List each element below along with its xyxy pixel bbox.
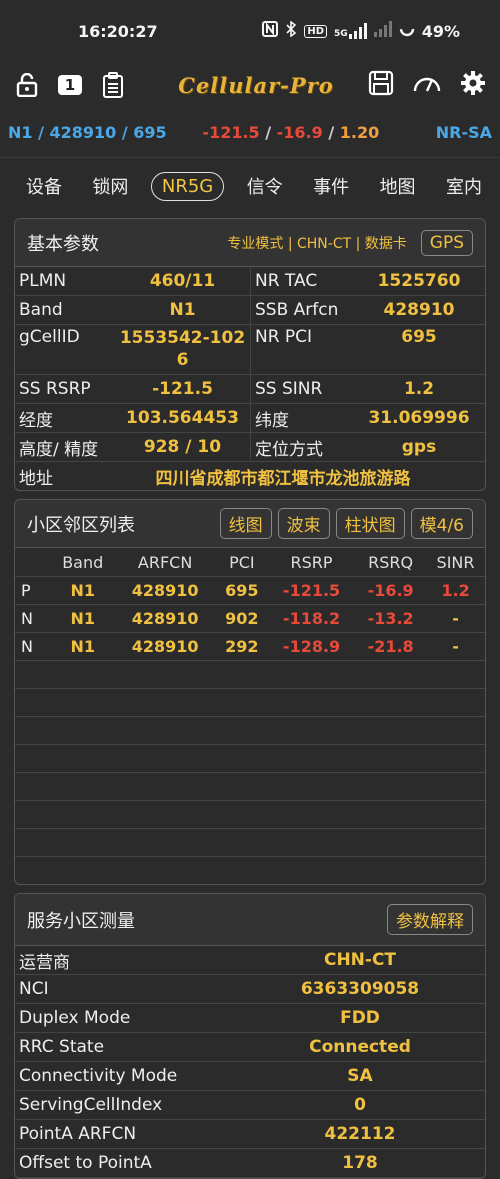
param-cell: SS RSRP -121.5 bbox=[15, 375, 251, 404]
address-cell: 地址 四川省成都市都江堰市龙池旅游路 bbox=[19, 468, 411, 489]
list-item: RRC State Connected bbox=[15, 1033, 485, 1062]
col-header: RSRQ bbox=[355, 548, 427, 577]
tab-indoor[interactable]: 室内 bbox=[438, 169, 490, 203]
neighbor-list-title: 小区邻区列表 bbox=[27, 514, 135, 536]
app-toolbar: 1 Cellular-Pro bbox=[0, 62, 500, 108]
tab-map[interactable]: 地图 bbox=[372, 169, 424, 203]
summary-sep: / bbox=[259, 123, 277, 142]
neighbor-list-card: 小区邻区列表 线图 波束 柱状图 模4/6 Band ARFCN PCI RSR… bbox=[14, 499, 486, 885]
main-tabs: 设备 锁网 NR5G 信令 事件 地图 室内 bbox=[0, 158, 500, 214]
col-header: ARFCN bbox=[114, 548, 216, 577]
param-cell: PLMN 460/11 bbox=[15, 267, 251, 296]
battery-level: 49% bbox=[421, 21, 460, 41]
nfc-icon bbox=[262, 21, 279, 41]
status-bar: 16:20:27 HD 5G 49% bbox=[0, 0, 500, 62]
tab-events[interactable]: 事件 bbox=[305, 169, 357, 203]
param-cell: 高度/ 精度 928 / 10 bbox=[15, 433, 251, 462]
list-item: NCI 6363309058 bbox=[15, 975, 485, 1004]
gear-icon[interactable] bbox=[460, 70, 486, 100]
summary-sinr: -16.9 bbox=[276, 123, 323, 142]
empty-row bbox=[15, 828, 485, 857]
status-time: 16:20:27 bbox=[78, 21, 158, 41]
list-item: Offset to PointA 178 bbox=[15, 1149, 485, 1178]
tab-nr5g[interactable]: NR5G bbox=[150, 171, 225, 201]
table-row[interactable]: N N1 428910 902 -118.2 -13.2 - bbox=[15, 604, 485, 633]
serving-cell-list: 运营商 CHN-CT NCI 6363309058 Duplex Mode FDD R… bbox=[15, 946, 485, 1178]
col-header: PCI bbox=[215, 548, 268, 577]
param-cell: SS SINR 1.2 bbox=[251, 375, 485, 404]
empty-row bbox=[15, 800, 485, 829]
param-explain-button[interactable]: 参数解释 bbox=[387, 904, 473, 935]
signal-summary: -121.5 / -16.9 / 1.20 bbox=[202, 123, 435, 142]
tab-device[interactable]: 设备 bbox=[18, 169, 70, 203]
param-cell: 定位方式 gps bbox=[251, 433, 485, 462]
line-chart-button[interactable]: 线图 bbox=[219, 508, 272, 539]
summary-rsrq: 1.20 bbox=[339, 123, 380, 142]
table-row[interactable]: P N1 428910 695 -121.5 -16.9 1.2 bbox=[15, 576, 485, 605]
cell-summary-bar: N1 / 428910 / 695 -121.5 / -16.9 / 1.20 … bbox=[0, 108, 500, 158]
param-cell: 经度 103.564453 bbox=[15, 404, 251, 433]
basic-params-title: 基本参数 bbox=[27, 233, 99, 255]
clipboard-icon[interactable] bbox=[100, 72, 126, 98]
basic-params-card: 基本参数 专业模式 | CHN-CT | 数据卡 GPS PLMN 460/11 … bbox=[14, 218, 486, 491]
list-item: Duplex Mode FDD bbox=[15, 1004, 485, 1033]
summary-rsrp: -121.5 bbox=[202, 123, 260, 142]
list-item: Connectivity Mode SA bbox=[15, 1062, 485, 1091]
col-header: Band bbox=[51, 548, 115, 577]
gps-button[interactable]: GPS bbox=[420, 229, 473, 256]
param-cell: 纬度 31.069996 bbox=[251, 404, 485, 433]
empty-row bbox=[15, 744, 485, 773]
save-icon[interactable] bbox=[368, 70, 394, 100]
battery-icon bbox=[399, 21, 415, 41]
tab-lock-network[interactable]: 锁网 bbox=[84, 169, 136, 203]
empty-row bbox=[15, 772, 485, 801]
signal-icon bbox=[373, 21, 392, 41]
list-item: ServingCellIndex 0 bbox=[15, 1091, 485, 1120]
empty-row bbox=[15, 716, 485, 745]
status-icons: HD 5G 49% bbox=[262, 20, 460, 41]
serving-cell-card: 服务小区测量 参数解释 运营商 CHN-CT NCI 6363309058 Dupl… bbox=[14, 893, 486, 1179]
mod-button[interactable]: 模4/6 bbox=[410, 508, 473, 539]
basic-params-header: 基本参数 专业模式 | CHN-CT | 数据卡 GPS bbox=[15, 219, 485, 267]
beam-button[interactable]: 波束 bbox=[277, 508, 330, 539]
cell-info: N1 / 428910 / 695 bbox=[8, 123, 167, 142]
serving-cell-header: 服务小区测量 参数解释 bbox=[15, 894, 485, 946]
param-cell: SSB Arfcn 428910 bbox=[251, 296, 485, 325]
list-item: 运营商 CHN-CT bbox=[15, 946, 485, 975]
signal-5g-icon: 5G bbox=[334, 23, 367, 39]
summary-sep: / bbox=[322, 123, 340, 142]
empty-row bbox=[15, 688, 485, 717]
neighbor-list-header: 小区邻区列表 线图 波束 柱状图 模4/6 bbox=[15, 500, 485, 548]
basic-params-grid: PLMN 460/11 NR TAC 1525760 Band N1 SSB Arfc… bbox=[15, 267, 485, 490]
tab-signaling[interactable]: 信令 bbox=[239, 169, 291, 203]
empty-row bbox=[15, 857, 485, 885]
bluetooth-icon bbox=[285, 20, 297, 41]
param-cell: NR PCI 695 bbox=[251, 325, 485, 375]
serving-cell-title: 服务小区测量 bbox=[27, 910, 135, 932]
col-header bbox=[15, 548, 51, 577]
param-cell: NR TAC 1525760 bbox=[251, 267, 485, 296]
param-cell: gCellID 1553542-1026 bbox=[15, 325, 251, 375]
hd-icon: HD bbox=[304, 24, 328, 38]
network-mode: NR-SA bbox=[435, 123, 492, 142]
app-logo: Cellular-Pro bbox=[178, 72, 334, 98]
table-row[interactable]: N N1 428910 292 -128.9 -21.8 - bbox=[15, 632, 485, 661]
lock-icon[interactable] bbox=[14, 72, 40, 98]
col-header: SINR bbox=[426, 548, 485, 577]
sim-badge-icon[interactable]: 1 bbox=[58, 75, 82, 95]
bar-chart-button[interactable]: 柱状图 bbox=[335, 508, 405, 539]
neighbor-table: Band ARFCN PCI RSRP RSRQ SINR P N1 42891… bbox=[15, 548, 485, 884]
empty-row bbox=[15, 660, 485, 689]
col-header: RSRP bbox=[267, 548, 356, 577]
list-item: PointA ARFCN 422112 bbox=[15, 1120, 485, 1149]
table-header-row: Band ARFCN PCI RSRP RSRQ SINR bbox=[15, 548, 485, 577]
speedometer-icon[interactable] bbox=[412, 71, 442, 99]
mode-info: 专业模式 | CHN-CT | 数据卡 bbox=[227, 235, 407, 252]
param-cell: Band N1 bbox=[15, 296, 251, 325]
